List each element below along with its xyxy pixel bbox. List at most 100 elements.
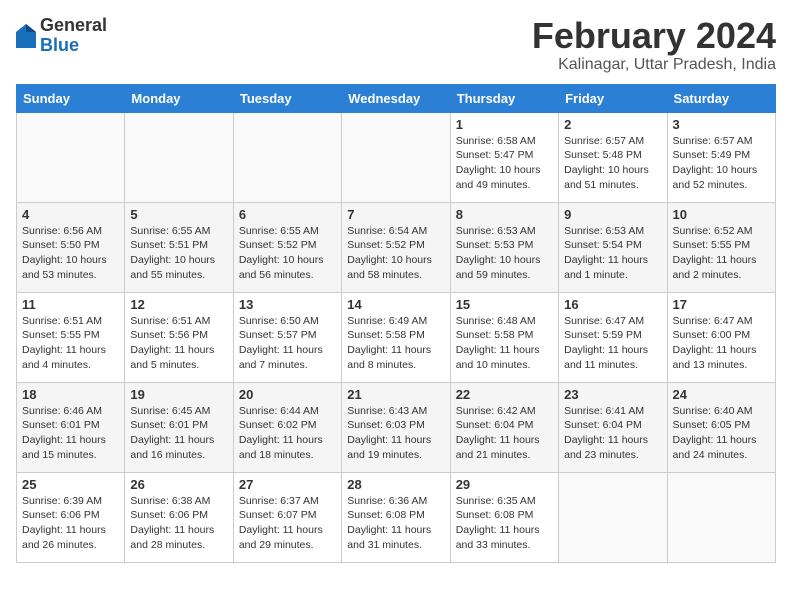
calendar-cell: 20 Sunrise: 6:44 AM Sunset: 6:02 PM Dayli… bbox=[233, 382, 341, 472]
day-number: 13 bbox=[239, 297, 336, 312]
day-info: Sunrise: 6:50 AM Sunset: 5:57 PM Dayligh… bbox=[239, 314, 336, 373]
day-number: 4 bbox=[22, 207, 119, 222]
day-number: 10 bbox=[673, 207, 770, 222]
day-info: Sunrise: 6:51 AM Sunset: 5:55 PM Dayligh… bbox=[22, 314, 119, 373]
calendar-cell: 17 Sunrise: 6:47 AM Sunset: 6:00 PM Dayli… bbox=[667, 292, 775, 382]
calendar-cell bbox=[342, 112, 450, 202]
day-info: Sunrise: 6:49 AM Sunset: 5:58 PM Dayligh… bbox=[347, 314, 444, 373]
calendar-cell: 21 Sunrise: 6:43 AM Sunset: 6:03 PM Dayli… bbox=[342, 382, 450, 472]
day-info: Sunrise: 6:58 AM Sunset: 5:47 PM Dayligh… bbox=[456, 134, 553, 193]
day-number: 2 bbox=[564, 117, 661, 132]
logo: General Blue bbox=[16, 16, 107, 56]
calendar-cell: 16Sunrise: 6:47 AM Sunset: 5:59 PM Dayli… bbox=[559, 292, 667, 382]
calendar-cell bbox=[125, 112, 233, 202]
day-info: Sunrise: 6:44 AM Sunset: 6:02 PM Dayligh… bbox=[239, 404, 336, 463]
header-cell-saturday: Saturday bbox=[667, 84, 775, 112]
calendar-week-row: 18 Sunrise: 6:46 AM Sunset: 6:01 PM Dayli… bbox=[17, 382, 776, 472]
day-number: 29 bbox=[456, 477, 553, 492]
day-info: Sunrise: 6:39 AM Sunset: 6:06 PM Dayligh… bbox=[22, 494, 119, 553]
calendar-cell: 18 Sunrise: 6:46 AM Sunset: 6:01 PM Dayli… bbox=[17, 382, 125, 472]
calendar-cell: 10 Sunrise: 6:52 AM Sunset: 5:55 PM Dayli… bbox=[667, 202, 775, 292]
calendar-cell: 24 Sunrise: 6:40 AM Sunset: 6:05 PM Dayli… bbox=[667, 382, 775, 472]
day-number: 26 bbox=[130, 477, 227, 492]
calendar-cell: 28Sunrise: 6:36 AM Sunset: 6:08 PM Dayli… bbox=[342, 472, 450, 562]
day-number: 11 bbox=[22, 297, 119, 312]
day-number: 18 bbox=[22, 387, 119, 402]
header-row: SundayMondayTuesdayWednesdayThursdayFrid… bbox=[17, 84, 776, 112]
day-info: Sunrise: 6:41 AM Sunset: 6:04 PM Dayligh… bbox=[564, 404, 661, 463]
day-info: Sunrise: 6:53 AM Sunset: 5:54 PM Dayligh… bbox=[564, 224, 661, 283]
day-info: Sunrise: 6:48 AM Sunset: 5:58 PM Dayligh… bbox=[456, 314, 553, 373]
day-number: 17 bbox=[673, 297, 770, 312]
day-number: 20 bbox=[239, 387, 336, 402]
logo-general-text: General bbox=[40, 15, 107, 35]
calendar-cell: 19 Sunrise: 6:45 AM Sunset: 6:01 PM Dayli… bbox=[125, 382, 233, 472]
day-info: Sunrise: 6:52 AM Sunset: 5:55 PM Dayligh… bbox=[673, 224, 770, 283]
day-info: Sunrise: 6:43 AM Sunset: 6:03 PM Dayligh… bbox=[347, 404, 444, 463]
day-number: 27 bbox=[239, 477, 336, 492]
day-info: Sunrise: 6:45 AM Sunset: 6:01 PM Dayligh… bbox=[130, 404, 227, 463]
day-info: Sunrise: 6:40 AM Sunset: 6:05 PM Dayligh… bbox=[673, 404, 770, 463]
calendar-cell: 15 Sunrise: 6:48 AM Sunset: 5:58 PM Dayli… bbox=[450, 292, 558, 382]
calendar-cell: 7Sunrise: 6:54 AM Sunset: 5:52 PM Daylig… bbox=[342, 202, 450, 292]
calendar-week-row: 11 Sunrise: 6:51 AM Sunset: 5:55 PM Dayli… bbox=[17, 292, 776, 382]
calendar-cell bbox=[233, 112, 341, 202]
day-number: 19 bbox=[130, 387, 227, 402]
day-info: Sunrise: 6:38 AM Sunset: 6:06 PM Dayligh… bbox=[130, 494, 227, 553]
day-info: Sunrise: 6:53 AM Sunset: 5:53 PM Dayligh… bbox=[456, 224, 553, 283]
calendar-cell: 14 Sunrise: 6:49 AM Sunset: 5:58 PM Dayli… bbox=[342, 292, 450, 382]
header-cell-tuesday: Tuesday bbox=[233, 84, 341, 112]
header-cell-sunday: Sunday bbox=[17, 84, 125, 112]
calendar-cell bbox=[559, 472, 667, 562]
page-header: General Blue February 2024 Kalinagar, Ut… bbox=[16, 16, 776, 74]
day-number: 24 bbox=[673, 387, 770, 402]
day-info: Sunrise: 6:55 AM Sunset: 5:52 PM Dayligh… bbox=[239, 224, 336, 283]
day-info: Sunrise: 6:35 AM Sunset: 6:08 PM Dayligh… bbox=[456, 494, 553, 553]
day-number: 1 bbox=[456, 117, 553, 132]
day-number: 6 bbox=[239, 207, 336, 222]
calendar-week-row: 4 Sunrise: 6:56 AM Sunset: 5:50 PM Daylig… bbox=[17, 202, 776, 292]
calendar-cell bbox=[667, 472, 775, 562]
day-number: 23 bbox=[564, 387, 661, 402]
calendar-cell: 26 Sunrise: 6:38 AM Sunset: 6:06 PM Dayli… bbox=[125, 472, 233, 562]
calendar-week-row: 1 Sunrise: 6:58 AM Sunset: 5:47 PM Daylig… bbox=[17, 112, 776, 202]
calendar-cell: 6 Sunrise: 6:55 AM Sunset: 5:52 PM Daylig… bbox=[233, 202, 341, 292]
calendar-cell: 9Sunrise: 6:53 AM Sunset: 5:54 PM Daylig… bbox=[559, 202, 667, 292]
day-number: 8 bbox=[456, 207, 553, 222]
calendar-cell bbox=[17, 112, 125, 202]
day-info: Sunrise: 6:57 AM Sunset: 5:48 PM Dayligh… bbox=[564, 134, 661, 193]
logo-icon bbox=[16, 24, 36, 48]
calendar-week-row: 25 Sunrise: 6:39 AM Sunset: 6:06 PM Dayli… bbox=[17, 472, 776, 562]
day-info: Sunrise: 6:57 AM Sunset: 5:49 PM Dayligh… bbox=[673, 134, 770, 193]
day-number: 14 bbox=[347, 297, 444, 312]
calendar-cell: 2 Sunrise: 6:57 AM Sunset: 5:48 PM Daylig… bbox=[559, 112, 667, 202]
calendar-cell: 22Sunrise: 6:42 AM Sunset: 6:04 PM Dayli… bbox=[450, 382, 558, 472]
day-number: 25 bbox=[22, 477, 119, 492]
day-info: Sunrise: 6:47 AM Sunset: 6:00 PM Dayligh… bbox=[673, 314, 770, 373]
month-title: February 2024 bbox=[532, 16, 776, 56]
day-info: Sunrise: 6:51 AM Sunset: 5:56 PM Dayligh… bbox=[130, 314, 227, 373]
calendar-cell: 25 Sunrise: 6:39 AM Sunset: 6:06 PM Dayli… bbox=[17, 472, 125, 562]
header-cell-thursday: Thursday bbox=[450, 84, 558, 112]
day-info: Sunrise: 6:55 AM Sunset: 5:51 PM Dayligh… bbox=[130, 224, 227, 283]
calendar-cell: 1 Sunrise: 6:58 AM Sunset: 5:47 PM Daylig… bbox=[450, 112, 558, 202]
day-number: 21 bbox=[347, 387, 444, 402]
day-info: Sunrise: 6:37 AM Sunset: 6:07 PM Dayligh… bbox=[239, 494, 336, 553]
calendar-cell: 8 Sunrise: 6:53 AM Sunset: 5:53 PM Daylig… bbox=[450, 202, 558, 292]
day-info: Sunrise: 6:46 AM Sunset: 6:01 PM Dayligh… bbox=[22, 404, 119, 463]
day-info: Sunrise: 6:56 AM Sunset: 5:50 PM Dayligh… bbox=[22, 224, 119, 283]
header-cell-friday: Friday bbox=[559, 84, 667, 112]
day-number: 5 bbox=[130, 207, 227, 222]
calendar-cell: 3Sunrise: 6:57 AM Sunset: 5:49 PM Daylig… bbox=[667, 112, 775, 202]
calendar-cell: 29 Sunrise: 6:35 AM Sunset: 6:08 PM Dayli… bbox=[450, 472, 558, 562]
header-cell-monday: Monday bbox=[125, 84, 233, 112]
day-number: 16 bbox=[564, 297, 661, 312]
calendar-cell: 27 Sunrise: 6:37 AM Sunset: 6:07 PM Dayli… bbox=[233, 472, 341, 562]
calendar-cell: 5 Sunrise: 6:55 AM Sunset: 5:51 PM Daylig… bbox=[125, 202, 233, 292]
day-number: 15 bbox=[456, 297, 553, 312]
day-number: 28 bbox=[347, 477, 444, 492]
calendar-cell: 12 Sunrise: 6:51 AM Sunset: 5:56 PM Dayli… bbox=[125, 292, 233, 382]
day-number: 12 bbox=[130, 297, 227, 312]
calendar-cell: 4 Sunrise: 6:56 AM Sunset: 5:50 PM Daylig… bbox=[17, 202, 125, 292]
day-info: Sunrise: 6:42 AM Sunset: 6:04 PM Dayligh… bbox=[456, 404, 553, 463]
